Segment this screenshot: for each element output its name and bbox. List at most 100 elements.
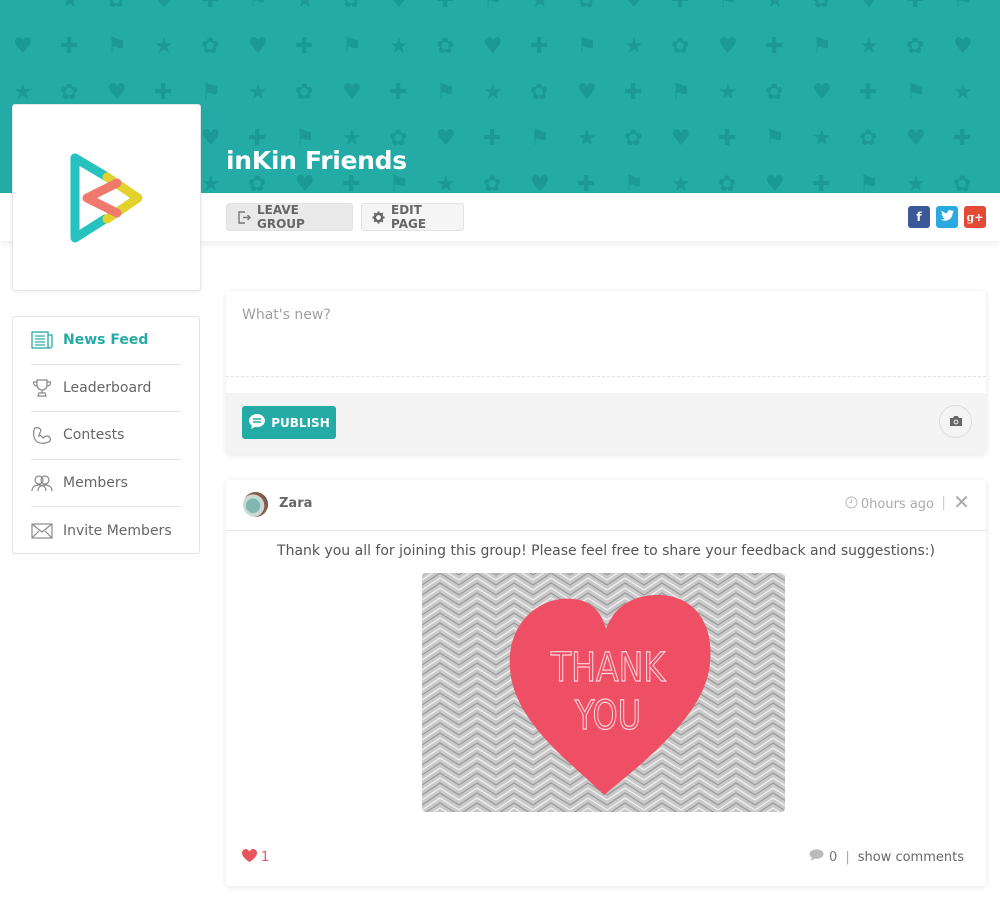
banner-pattern-icon: ✿	[342, 0, 361, 13]
publish-button[interactable]: PUBLISH	[242, 406, 336, 439]
newspaper-icon	[31, 330, 53, 350]
banner-pattern-icon: ✚	[577, 172, 596, 194]
banner-pattern-icon: ✚	[483, 126, 502, 151]
sidebar-item-members[interactable]: Members	[31, 460, 181, 507]
banner-pattern-icon: ⚑	[342, 34, 362, 59]
banner-pattern-icon: ✿	[718, 172, 737, 194]
banner-pattern-icon: ✿	[436, 34, 455, 59]
post-image[interactable]: THANK YOU	[422, 573, 785, 812]
banner-pattern-icon: ⚑	[671, 80, 691, 105]
banner-pattern-icon: ✚	[436, 0, 455, 13]
group-sidebar-nav: News Feed Leaderboard Contests Members I…	[12, 316, 200, 554]
banner-pattern-icon: ★	[906, 172, 926, 194]
banner-pattern-icon: ♥	[154, 0, 174, 13]
sidebar-item-label: Contests	[63, 427, 125, 444]
comments-divider: |	[845, 849, 850, 865]
banner-pattern-icon: ♥	[389, 0, 409, 13]
banner-pattern-icon: ♥	[718, 34, 738, 59]
banner-pattern-icon: ★	[577, 126, 597, 151]
banner-pattern-icon: ★	[483, 80, 503, 105]
banner-pattern-icon: ✚	[154, 80, 173, 105]
exit-icon	[237, 210, 251, 224]
facebook-share-button[interactable]: f	[908, 206, 930, 228]
banner-pattern-icon: ✿	[906, 34, 925, 59]
banner-pattern-icon: ⚑	[812, 34, 832, 59]
leave-group-button[interactable]: LEAVE GROUP	[226, 203, 353, 231]
banner-pattern-icon: ⚑	[530, 126, 550, 151]
banner-pattern-icon: ✚	[859, 80, 878, 105]
banner-pattern-icon: ★	[389, 34, 409, 59]
banner-pattern-icon: ⚑	[859, 172, 879, 194]
author-avatar[interactable]	[243, 492, 268, 517]
sidebar-item-news-feed[interactable]: News Feed	[31, 317, 181, 365]
whats-new-input[interactable]	[226, 291, 986, 377]
twitter-icon	[940, 210, 954, 224]
banner-pattern-icon: ♥	[13, 34, 33, 59]
banner-pattern-icon: ♥	[906, 126, 926, 151]
timestamp-text: 0hours ago	[860, 497, 934, 512]
banner-pattern-icon: ★	[718, 80, 738, 105]
banner-pattern-icon: ♥	[765, 172, 785, 194]
image-text-you: YOU	[574, 693, 641, 739]
banner-pattern-icon: ⚑	[953, 0, 973, 13]
twitter-share-button[interactable]	[936, 206, 958, 228]
comments-summary: 0 | show comments	[809, 849, 964, 865]
banner-pattern-icon: ♥	[624, 0, 644, 13]
banner-pattern-icon: ⚑	[201, 80, 221, 105]
banner-pattern-icon: ⚑	[107, 34, 127, 59]
banner-pattern-icon: ♥	[201, 126, 221, 151]
users-icon	[31, 473, 53, 493]
banner-pattern-icon: ★	[530, 0, 550, 13]
banner-pattern-icon: ⚑	[765, 126, 785, 151]
banner-pattern-icon: ⚑	[436, 80, 456, 105]
banner-pattern-icon: ★	[953, 80, 973, 105]
banner-pattern-icon: ★	[624, 34, 644, 59]
banner-pattern-icon: ♥	[953, 34, 973, 59]
banner-pattern-icon: ✚	[295, 34, 314, 59]
banner-pattern-icon: ✿	[859, 126, 878, 151]
banner-pattern-icon: ✚	[389, 80, 408, 105]
banner-pattern-icon: ✿	[671, 34, 690, 59]
banner-pattern-icon: ♥	[107, 80, 127, 105]
gear-icon	[372, 210, 385, 224]
post-timestamp: 0hours ago	[845, 496, 934, 513]
add-photo-button[interactable]	[939, 405, 972, 438]
banner-pattern-icon: ♥	[248, 34, 268, 59]
banner-pattern-icon: ♥	[342, 80, 362, 105]
group-title: inKin Friends	[226, 146, 407, 175]
edit-page-button[interactable]: EDIT PAGE	[361, 203, 464, 231]
sidebar-item-contests[interactable]: Contests	[31, 412, 181, 460]
banner-pattern-icon: ✚	[718, 126, 737, 151]
feed-post: Zara 0hours ago | ✕ Thank you all for jo…	[226, 480, 986, 886]
like-count: 1	[261, 850, 270, 865]
sidebar-item-label: News Feed	[63, 332, 149, 349]
google-plus-icon: g+	[966, 210, 984, 224]
author-name[interactable]: Zara	[279, 496, 312, 511]
banner-pattern-icon: ★	[859, 34, 879, 59]
like-button[interactable]: 1	[241, 849, 270, 866]
close-icon[interactable]: ✕	[953, 492, 970, 512]
banner-pattern-icon: ★	[671, 172, 691, 194]
sidebar-item-leaderboard[interactable]: Leaderboard	[31, 365, 181, 412]
speech-bubble-icon	[248, 413, 266, 433]
google-plus-share-button[interactable]: g+	[964, 206, 986, 228]
thank-you-heart-image: THANK YOU	[422, 573, 785, 812]
camera-icon	[949, 412, 963, 431]
banner-pattern-icon: ✚	[906, 0, 925, 13]
banner-pattern-icon: ★	[765, 0, 785, 13]
banner-pattern-icon: ⚑	[906, 80, 926, 105]
sidebar-item-label: Invite Members	[63, 522, 172, 539]
sidebar-item-label: Leaderboard	[63, 379, 152, 396]
bicep-icon	[31, 425, 53, 445]
banner-pattern-icon: ✿	[577, 0, 596, 13]
banner-pattern-icon: ⚑	[389, 172, 409, 194]
banner-pattern-icon: ✿	[295, 80, 314, 105]
sidebar-item-invite-members[interactable]: Invite Members	[31, 507, 181, 555]
group-logo	[12, 104, 201, 291]
show-comments-link[interactable]: show comments	[858, 850, 964, 865]
publish-label: PUBLISH	[271, 415, 330, 430]
banner-pattern-icon: ♥	[436, 126, 456, 151]
banner-pattern-icon: ✿	[483, 172, 502, 194]
post-header: Zara 0hours ago | ✕	[226, 480, 986, 531]
composer-spacer	[226, 377, 986, 393]
